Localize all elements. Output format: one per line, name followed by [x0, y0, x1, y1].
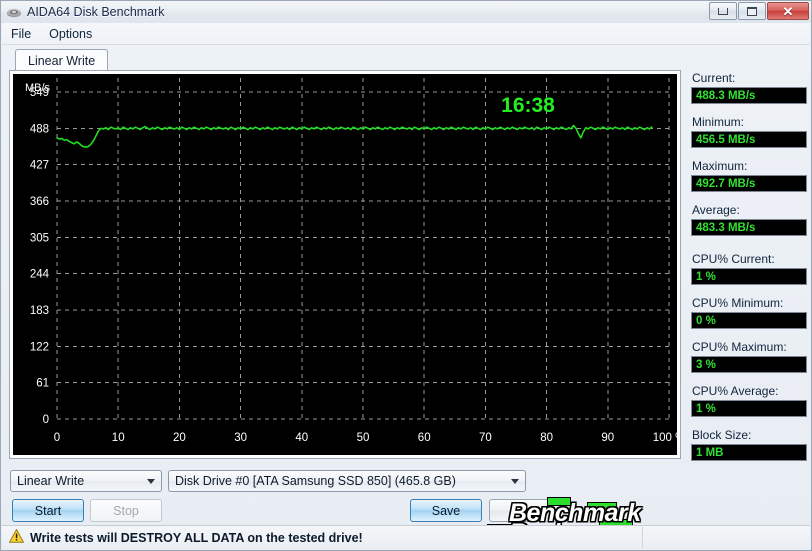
- stop-button: Stop: [90, 499, 162, 522]
- warning-message: Write tests will DESTROY ALL DATA on the…: [30, 530, 363, 545]
- y-axis-unit-label: MB/s: [25, 82, 51, 94]
- statistics-panel: Current: 488.3 MB/s Minimum: 456.5 MB/s Maxi…: [691, 71, 807, 472]
- stat-box-cpu-average: 1 %: [691, 400, 807, 417]
- minimize-icon: [718, 7, 728, 15]
- y-tick-label: 183: [30, 305, 49, 317]
- status-separator: [642, 527, 643, 548]
- stat-label-cpu-maximum: CPU% Maximum:: [692, 340, 787, 354]
- y-tick-label: 488: [30, 123, 49, 135]
- chart-svg: 0611221832443053664274885490 10 20 30 40 50 60…: [30, 78, 677, 444]
- stat-value-block-size: 1 MB: [696, 446, 724, 459]
- stat-value-minimum: 456.5 MB/s: [696, 133, 756, 146]
- tab-linear-write[interactable]: Linear Write: [15, 49, 109, 72]
- save-label: Save: [431, 503, 461, 518]
- y-tick-label: 427: [30, 160, 49, 172]
- tab-strip: Linear Write: [9, 49, 681, 72]
- stat-value-cpu-maximum: 3 %: [696, 358, 716, 371]
- close-button[interactable]: ✕: [767, 2, 809, 20]
- stat-label-cpu-average: CPU% Average:: [692, 384, 779, 398]
- chart-panel: 0 61 122 183 244 305 366 427 488 549 0 10 20 30 40 50 60…: [9, 70, 681, 459]
- x-tick-label: 40: [295, 432, 308, 444]
- stat-box-cpu-maximum: 3 %: [691, 356, 807, 373]
- logo-bar: [587, 502, 617, 511]
- y-tick-label: 366: [30, 196, 49, 208]
- drive-value: Disk Drive #0 [ATA Samsung SSD 850] (465…: [175, 474, 456, 488]
- start-label: Start: [34, 503, 62, 518]
- title-bar: AIDA64 Disk Benchmark ✕: [1, 1, 811, 23]
- stat-value-maximum: 492.7 MB/s: [696, 177, 756, 190]
- status-bar: Write tests will DESTROY ALL DATA on the…: [2, 525, 810, 549]
- tab-label: Linear Write: [28, 54, 96, 68]
- x-tick-label: 10: [112, 432, 125, 444]
- stat-label-maximum: Maximum:: [692, 159, 748, 173]
- stat-label-cpu-minimum: CPU% Minimum:: [692, 296, 784, 310]
- stat-box-cpu-current: 1 %: [691, 268, 807, 285]
- x-tick-label: 60: [418, 432, 431, 444]
- elapsed-timer: 16:38: [501, 94, 555, 117]
- stat-box-current: 488.3 MB/s: [691, 87, 807, 104]
- stat-box-cpu-minimum: 0 %: [691, 312, 807, 329]
- stat-label-cpu-current: CPU% Current:: [692, 252, 775, 266]
- stat-value-current: 488.3 MB/s: [696, 89, 756, 102]
- test-mode-value: Linear Write: [17, 474, 85, 488]
- x-tick-label: 90: [601, 432, 614, 444]
- stat-box-minimum: 456.5 MB/s: [691, 131, 807, 148]
- y-tick-label: 305: [30, 232, 49, 244]
- y-tick-label: 244: [30, 269, 50, 281]
- window-buttons: ✕: [708, 2, 809, 20]
- chevron-down-icon: [147, 479, 155, 484]
- save-button[interactable]: Save: [410, 499, 482, 522]
- stat-value-average: 483.3 MB/s: [696, 221, 756, 234]
- chevron-down-icon: [511, 479, 519, 484]
- stat-box-maximum: 492.7 MB/s: [691, 175, 807, 192]
- stat-value-cpu-average: 1 %: [696, 402, 716, 415]
- x-tick-label: 30: [234, 432, 247, 444]
- y-tick-label: 61: [36, 378, 49, 390]
- maximize-icon: [747, 6, 757, 16]
- x-tick-label: 70: [479, 432, 492, 444]
- y-tick-label: 122: [30, 341, 49, 353]
- x-tick-label: 100 %: [653, 432, 677, 444]
- disk-icon: [6, 4, 22, 20]
- drive-dropdown[interactable]: Disk Drive #0 [ATA Samsung SSD 850] (465…: [168, 470, 526, 492]
- stat-label-average: Average:: [692, 203, 740, 217]
- minimize-button[interactable]: [709, 2, 737, 20]
- test-mode-dropdown[interactable]: Linear Write: [10, 470, 162, 492]
- stat-box-average: 483.3 MB/s: [691, 219, 807, 236]
- stat-label-minimum: Minimum:: [692, 115, 745, 129]
- start-button[interactable]: Start: [12, 499, 84, 522]
- app-window: AIDA64 Disk Benchmark ✕ File Options Lin…: [0, 0, 812, 551]
- secondary-button[interactable]: [489, 499, 561, 522]
- close-icon: ✕: [782, 3, 794, 19]
- stop-label: Stop: [113, 503, 139, 518]
- stat-label-block-size: Block Size:: [692, 428, 752, 442]
- linear-write-chart: 0 61 122 183 244 305 366 427 488 549 0 10 20 30 40 50 60…: [13, 74, 677, 455]
- warning-triangle-icon: [8, 528, 25, 546]
- menu-item-file[interactable]: File: [2, 25, 40, 43]
- x-tick-label: 80: [540, 432, 553, 444]
- window-title: AIDA64 Disk Benchmark: [27, 5, 165, 19]
- maximize-button[interactable]: [738, 2, 766, 20]
- x-tick-label: 50: [357, 432, 370, 444]
- menu-bar: File Options: [2, 23, 810, 45]
- stat-box-block-size: 1 MB: [691, 444, 807, 461]
- stat-value-cpu-current: 1 %: [696, 270, 716, 283]
- stat-label-current: Current:: [692, 71, 736, 85]
- x-tick-label: 0: [54, 432, 60, 444]
- stat-value-cpu-minimum: 0 %: [696, 314, 716, 327]
- y-tick-label: 0: [43, 414, 49, 426]
- menu-item-options[interactable]: Options: [40, 25, 101, 43]
- x-tick-label: 20: [173, 432, 186, 444]
